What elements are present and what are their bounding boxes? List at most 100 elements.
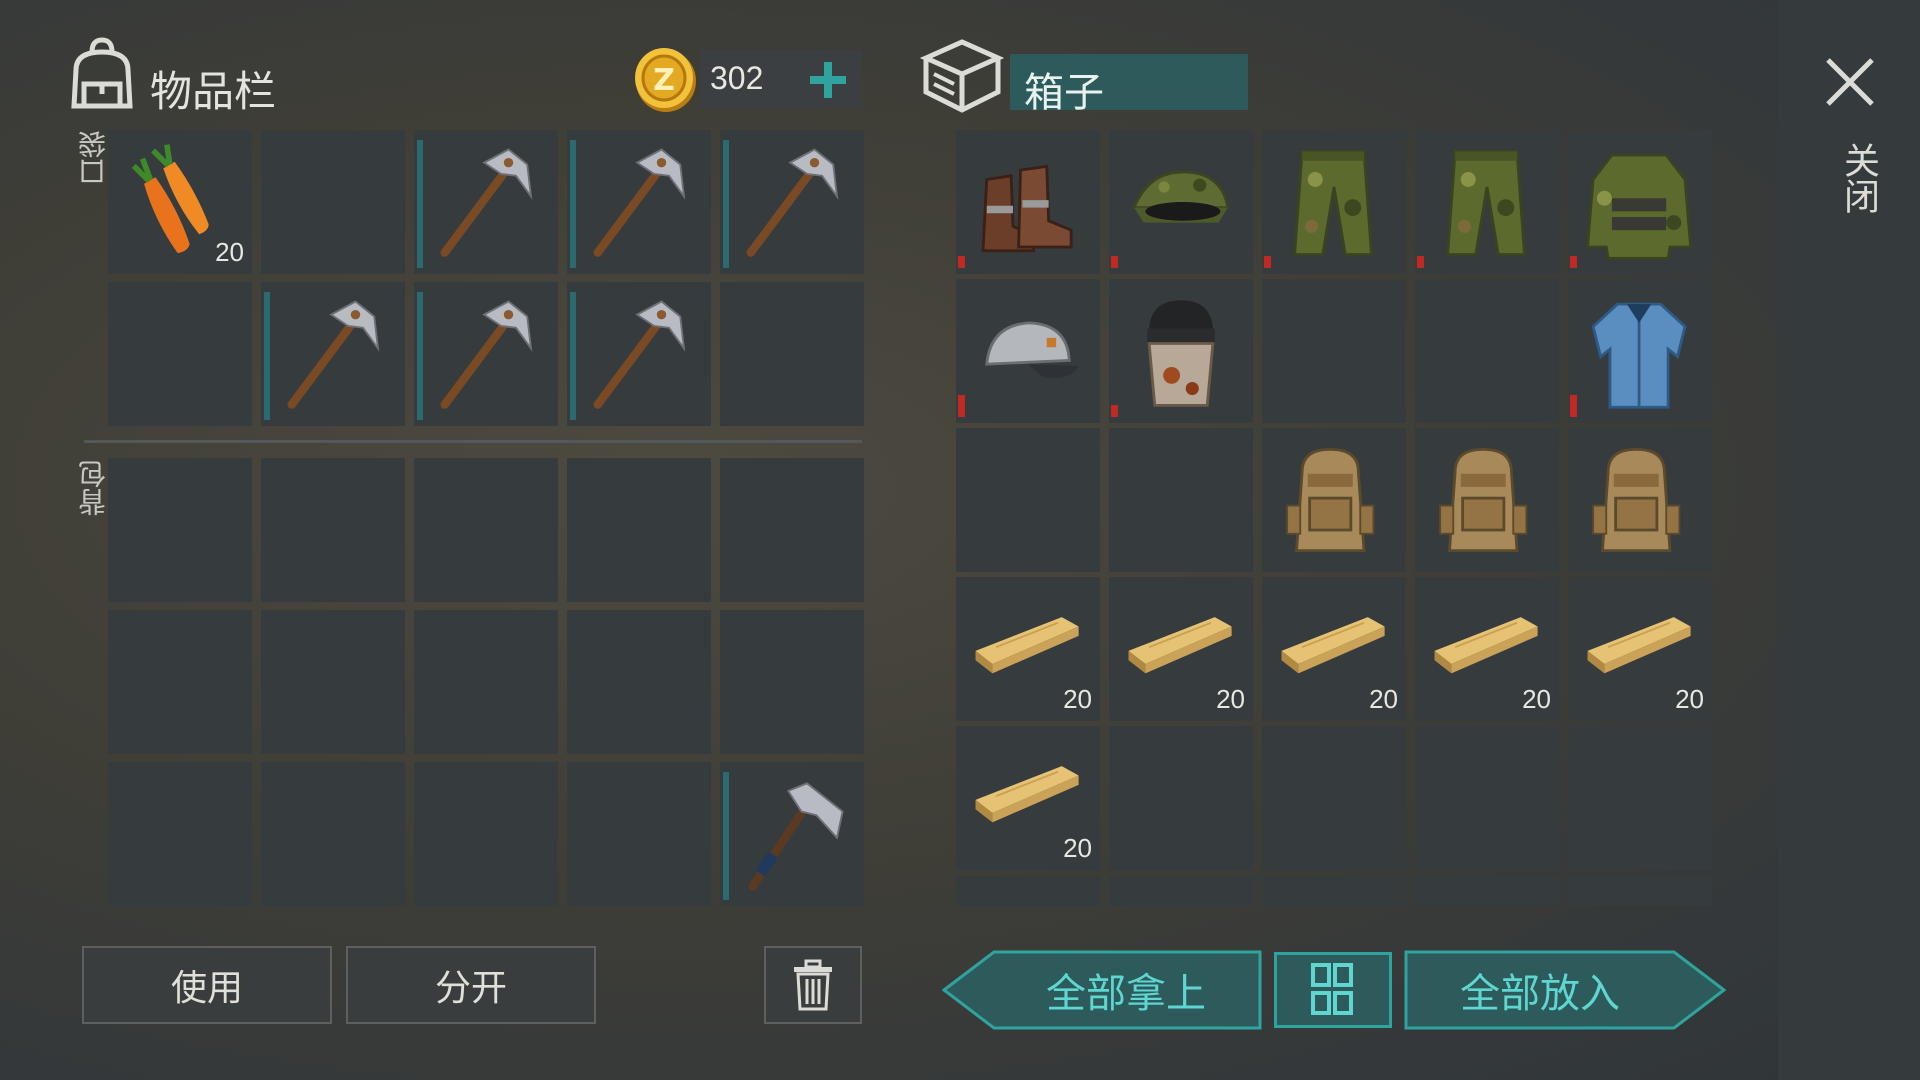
hatchet-icon: [748, 782, 844, 891]
durability-bar: [570, 292, 576, 420]
camo-pants-icon: [1446, 149, 1527, 256]
pickaxe-icon: [440, 300, 533, 409]
box-slot[interactable]: [1568, 130, 1712, 274]
box-slot[interactable]: [1568, 279, 1712, 423]
put-all-button[interactable]: 全部放入: [1404, 950, 1727, 1030]
pocket-slot[interactable]: [414, 130, 558, 274]
backpack-slot[interactable]: [414, 610, 558, 754]
box-slot[interactable]: [956, 428, 1100, 572]
backpack-slot[interactable]: [261, 610, 405, 754]
backpack-slot[interactable]: [720, 458, 864, 602]
item-count: 20: [215, 237, 244, 267]
pocket-slot[interactable]: [261, 130, 405, 274]
box-slot[interactable]: [1109, 279, 1253, 423]
box-slot[interactable]: [1262, 428, 1406, 572]
svg-text:Z: Z: [653, 63, 675, 98]
durability-bar: [723, 140, 729, 268]
box-slot[interactable]: [1415, 726, 1559, 870]
section-divider: [84, 440, 862, 443]
close-label[interactable]: 关闭: [1832, 142, 1884, 214]
baseball-cap-icon: [985, 321, 1079, 378]
boots-icon: [981, 164, 1073, 253]
pickaxe-icon: [287, 300, 380, 409]
pocket-slot[interactable]: [720, 282, 864, 426]
pickaxe-icon: [440, 148, 533, 257]
inventory-title: 物品栏: [150, 67, 277, 116]
backpack-slot[interactable]: [567, 458, 711, 602]
box-slot[interactable]: [1109, 130, 1253, 274]
pocket-slot[interactable]: [720, 130, 864, 274]
box-slot[interactable]: [1415, 279, 1559, 423]
box-slot[interactable]: 20: [1109, 577, 1253, 721]
pocket-slot[interactable]: [567, 282, 711, 426]
backpack-slot[interactable]: [261, 762, 405, 906]
item-count: 20: [1675, 684, 1704, 714]
camo-jacket-icon: [1585, 153, 1693, 260]
item-count: 20: [1063, 833, 1092, 863]
backpack-slot[interactable]: [720, 762, 864, 906]
box-slot[interactable]: [1415, 130, 1559, 274]
box-slot[interactable]: [1109, 726, 1253, 870]
backpack-slot[interactable]: [414, 762, 558, 906]
durability-bar: [417, 140, 423, 268]
box-slot[interactable]: [956, 279, 1100, 423]
pickaxe-icon: [593, 148, 686, 257]
grid-sort-icon: [1311, 963, 1353, 1015]
backpack-slot[interactable]: [108, 458, 252, 602]
add-coins-button[interactable]: [800, 56, 856, 104]
trash-button[interactable]: [764, 946, 862, 1024]
trash-icon: [794, 959, 832, 1011]
pickaxe-icon: [746, 148, 839, 257]
pocket-slot[interactable]: [567, 130, 711, 274]
coin-icon: Z: [632, 44, 698, 114]
backpack-icon: [66, 36, 138, 112]
backpack-slot[interactable]: [567, 610, 711, 754]
backpack-icon: [1286, 447, 1375, 553]
condition-marker: [958, 256, 965, 268]
plus-icon: [810, 62, 846, 98]
pocket-slot[interactable]: 20: [108, 130, 252, 274]
box-slot[interactable]: [956, 130, 1100, 274]
durability-bar: [417, 292, 423, 420]
durability-bar: [723, 772, 729, 900]
box-slot[interactable]: [1415, 428, 1559, 572]
box-slot[interactable]: [1262, 279, 1406, 423]
box-slot[interactable]: 20: [956, 577, 1100, 721]
item-count: 20: [1216, 684, 1245, 714]
take-all-button[interactable]: 全部拿上: [941, 950, 1262, 1030]
box-grid-next-row: [956, 876, 1712, 906]
box-slot[interactable]: [1262, 130, 1406, 274]
close-button[interactable]: [1822, 54, 1878, 110]
box-slot[interactable]: [1262, 726, 1406, 870]
put-all-label: 全部放入: [1460, 971, 1620, 1017]
pocket-slot[interactable]: [261, 282, 405, 426]
sort-button[interactable]: [1274, 952, 1392, 1028]
backpack-icon: [1439, 447, 1528, 553]
condition-marker: [1417, 256, 1424, 268]
box-slot[interactable]: 20: [1568, 577, 1712, 721]
backpack-slot[interactable]: [261, 458, 405, 602]
pocket-slot[interactable]: [108, 282, 252, 426]
close-icon: [1826, 58, 1874, 106]
backpack-slot[interactable]: [414, 458, 558, 602]
box-slot[interactable]: [1568, 428, 1712, 572]
backpack-slot[interactable]: [720, 610, 864, 754]
pocket-slot[interactable]: [414, 282, 558, 426]
box-slot[interactable]: 20: [956, 726, 1100, 870]
condition-marker: [1111, 256, 1118, 268]
split-button[interactable]: 分开: [346, 946, 596, 1024]
backpack-slot[interactable]: [108, 610, 252, 754]
condition-marker: [958, 395, 965, 417]
backpack-icon: [1592, 447, 1681, 553]
backpack-slot[interactable]: [567, 762, 711, 906]
use-button[interactable]: 使用: [82, 946, 332, 1024]
box-slot[interactable]: [1568, 726, 1712, 870]
box-slot[interactable]: 20: [1415, 577, 1559, 721]
camo-cap-with-goggles-icon: [1132, 170, 1230, 223]
durability-bar: [570, 140, 576, 268]
item-count: 20: [1522, 684, 1551, 714]
box-slot[interactable]: [1109, 428, 1253, 572]
box-slot[interactable]: 20: [1262, 577, 1406, 721]
backpack-slot[interactable]: [108, 762, 252, 906]
condition-marker: [1264, 256, 1271, 268]
